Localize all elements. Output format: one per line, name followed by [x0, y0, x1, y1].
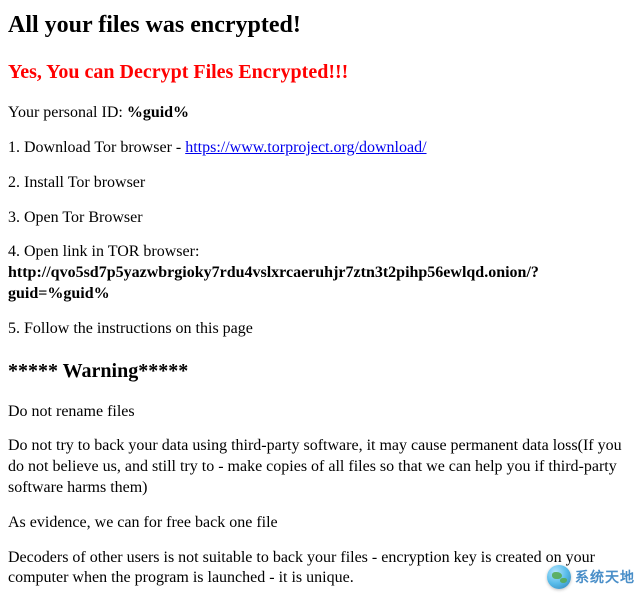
step-4: 4. Open link in TOR browser: http://qvo5…	[8, 242, 635, 304]
personal-id-line: Your personal ID: %guid%	[8, 103, 635, 124]
warning-line-2: Do not try to back your data using third…	[8, 436, 635, 498]
warning-line-3: As evidence, we can for free back one fi…	[8, 513, 635, 534]
personal-id-value: %guid%	[127, 104, 189, 121]
step-1: 1. Download Tor browser - https://www.to…	[8, 138, 635, 159]
tor-download-link[interactable]: https://www.torproject.org/download/	[185, 139, 426, 156]
step-2: 2. Install Tor browser	[8, 173, 635, 194]
onion-url: http://qvo5sd7p5yazwbrgioky7rdu4vslxrcae…	[8, 264, 539, 302]
personal-id-prefix: Your personal ID:	[8, 104, 127, 121]
step-5: 5. Follow the instructions on this page	[8, 319, 635, 340]
warning-header: ***** Warning*****	[8, 358, 635, 384]
step-3: 3. Open Tor Browser	[8, 208, 635, 229]
page-title: All your files was encrypted!	[8, 10, 635, 41]
watermark-text: 系统天地	[575, 568, 635, 586]
watermark: 系统天地	[547, 565, 635, 589]
globe-icon	[547, 565, 571, 589]
warning-line-4: Decoders of other users is not suitable …	[8, 548, 635, 590]
subtitle: Yes, You can Decrypt Files Encrypted!!!	[8, 59, 635, 85]
step-1-prefix: 1. Download Tor browser -	[8, 139, 185, 156]
warning-line-1: Do not rename files	[8, 402, 635, 423]
step-4-intro: 4. Open link in TOR browser:	[8, 243, 199, 260]
